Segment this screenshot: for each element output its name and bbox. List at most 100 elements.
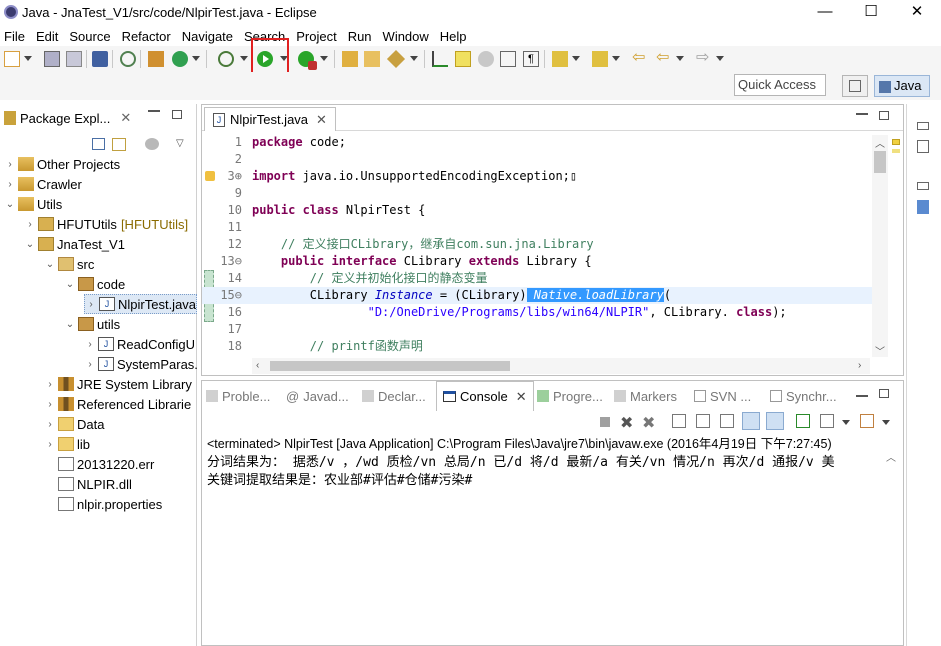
code-line[interactable]: 11 (202, 219, 872, 236)
display-console-dropdown-icon[interactable] (842, 420, 850, 425)
tree-item-utils[interactable]: ⌄ Utils (4, 194, 62, 214)
collapse-all-icon[interactable] (92, 138, 105, 150)
skip-breakpoints-icon[interactable] (120, 51, 136, 67)
close-tab-icon[interactable]: ✕ (316, 112, 327, 128)
maximize-view-icon[interactable] (172, 110, 182, 119)
editor-vertical-scrollbar[interactable]: ︿ ﹀ (872, 135, 888, 358)
close-view-icon[interactable]: ✕ (120, 110, 131, 126)
last-edit-icon[interactable]: ⇦ (632, 50, 648, 67)
menu-source[interactable]: Source (65, 29, 117, 44)
tree-item-crawler[interactable]: › Crawler (4, 174, 81, 194)
menu-help[interactable]: Help (436, 29, 474, 44)
menu-file[interactable]: File (0, 29, 32, 44)
code-line[interactable]: 17 (202, 321, 872, 338)
save-icon[interactable] (44, 51, 60, 67)
tree-item-readconfigu[interactable]: › J ReadConfigU (84, 334, 195, 354)
open-console-icon[interactable] (860, 414, 874, 428)
code-line[interactable]: 10 public class NlpirTest { (202, 202, 872, 219)
menu-window[interactable]: Window (379, 29, 436, 44)
tree-item-nlpirtest-java[interactable]: › J NlpirTest.java (84, 294, 198, 314)
tree-item-data[interactable]: › Data (44, 414, 104, 434)
code-line[interactable]: 2 (202, 151, 872, 168)
tree-item-jre-system-library[interactable]: › JRE System Library (44, 374, 192, 394)
maximize-bottom-icon[interactable] (879, 389, 889, 398)
show-whitespace-icon[interactable]: ¶ (523, 51, 539, 67)
view-menu-icon[interactable]: ▽ (176, 138, 184, 149)
close-button[interactable]: ✕ (894, 0, 940, 24)
next-annotation-icon[interactable] (552, 51, 568, 67)
code-line[interactable]: 18 // printf函数声明 (202, 338, 872, 355)
remove-launch-icon[interactable]: ✖ (620, 413, 633, 433)
task-list-icon[interactable] (917, 140, 929, 153)
back-icon[interactable]: ⇦ (656, 50, 672, 67)
tree-item-src[interactable]: ⌄ src (44, 254, 95, 274)
show-stderr-icon[interactable] (766, 412, 784, 430)
new-class-dropdown-icon[interactable] (192, 56, 200, 61)
tab-progress[interactable]: Progre... (537, 381, 603, 411)
previous-annotation-dropdown-icon[interactable] (612, 56, 620, 61)
hscrollbar-thumb[interactable] (270, 361, 510, 371)
occurrence-marker[interactable] (892, 149, 900, 153)
new-dropdown-icon[interactable] (24, 56, 32, 61)
tab-problems[interactable]: Proble... (206, 381, 270, 411)
tree-item-referenced-libraries[interactable]: › Referenced Librarie (44, 394, 191, 414)
code-line[interactable]: 9 (202, 185, 872, 202)
open-type-icon[interactable] (342, 51, 358, 67)
warning-marker[interactable] (892, 139, 900, 145)
previous-annotation-icon[interactable] (592, 51, 608, 67)
highlight-icon[interactable] (455, 51, 471, 67)
save-all-icon[interactable] (66, 51, 82, 67)
new-icon[interactable] (4, 51, 20, 67)
tree-item-jnatest-v1[interactable]: ⌄ JnaTest_V1 (24, 234, 125, 254)
menu-run[interactable]: Run (344, 29, 379, 44)
menu-edit[interactable]: Edit (32, 29, 65, 44)
focus-task-icon[interactable] (145, 138, 159, 150)
code-line[interactable]: 15⊖ CLibrary Instance = (CLibrary) Nativ… (202, 287, 872, 304)
code-line[interactable]: 12 // 定义接口CLibrary，继承自com.sun.jna.Librar… (202, 236, 872, 253)
tab-synchronize[interactable]: Synchr... (770, 381, 837, 411)
tab-console[interactable]: Console ✕ (436, 381, 534, 411)
scroll-up-icon[interactable]: ︿ (875, 135, 885, 150)
scroll-lock-icon[interactable] (696, 414, 710, 428)
menu-navigate[interactable]: Navigate (178, 29, 240, 44)
menu-refactor[interactable]: Refactor (118, 29, 178, 44)
minimize-view-icon[interactable] (148, 110, 160, 112)
editor-tab-nlpirtest[interactable]: J NlpirTest.java ✕ (204, 107, 336, 131)
tree-item-hfututils[interactable]: › HFUTUtils [HFUTUtils] (24, 214, 188, 234)
outline-icon[interactable] (917, 200, 929, 214)
restore-icon[interactable] (917, 182, 929, 190)
code-line[interactable]: 1 package code; (202, 134, 872, 151)
tab-javadoc[interactable]: @ Javad... (286, 381, 349, 411)
open-folder-icon[interactable] (364, 51, 380, 67)
code-line[interactable]: 13⊖ public interface CLibrary extends Li… (202, 253, 872, 270)
link-with-editor-icon[interactable] (112, 138, 126, 151)
display-console-icon[interactable] (820, 414, 834, 428)
next-annotation-dropdown-icon[interactable] (572, 56, 580, 61)
toggle-mark-icon[interactable] (432, 51, 448, 67)
console-scroll-up-icon[interactable]: ︿ (886, 449, 896, 464)
tree-item-nlpir-dll[interactable]: NLPIR.dll (56, 474, 132, 494)
pin-console-icon[interactable] (796, 414, 810, 428)
clear-console-icon[interactable] (672, 414, 686, 428)
java-perspective-button[interactable]: Java (874, 75, 930, 97)
package-explorer-tab[interactable]: Package Expl... ✕ (0, 104, 131, 132)
word-wrap-console-icon[interactable] (720, 414, 734, 428)
restore-icon[interactable] (917, 122, 929, 130)
search-dropdown-icon[interactable] (410, 56, 418, 61)
tab-svn[interactable]: SVN ... (694, 381, 751, 411)
back-dropdown-icon[interactable] (676, 56, 684, 61)
menu-project[interactable]: Project (292, 29, 343, 44)
scrollbar-thumb[interactable] (874, 151, 886, 173)
external-tools-icon[interactable] (298, 51, 317, 70)
open-console-dropdown-icon[interactable] (882, 420, 890, 425)
open-perspective-button[interactable] (842, 75, 868, 97)
maximize-button[interactable]: ☐ (848, 0, 894, 24)
new-class-icon[interactable] (172, 51, 188, 67)
tree-item-utils-package[interactable]: ⌄ utils (64, 314, 120, 334)
maximize-editor-icon[interactable] (879, 111, 889, 120)
minimize-button[interactable]: — (802, 0, 848, 24)
close-console-icon[interactable]: ✕ (516, 389, 527, 405)
search-tool-icon[interactable] (386, 49, 406, 69)
debug-dropdown-icon[interactable] (240, 56, 248, 61)
editor-horizontal-scrollbar[interactable]: ‹ › (252, 358, 870, 374)
